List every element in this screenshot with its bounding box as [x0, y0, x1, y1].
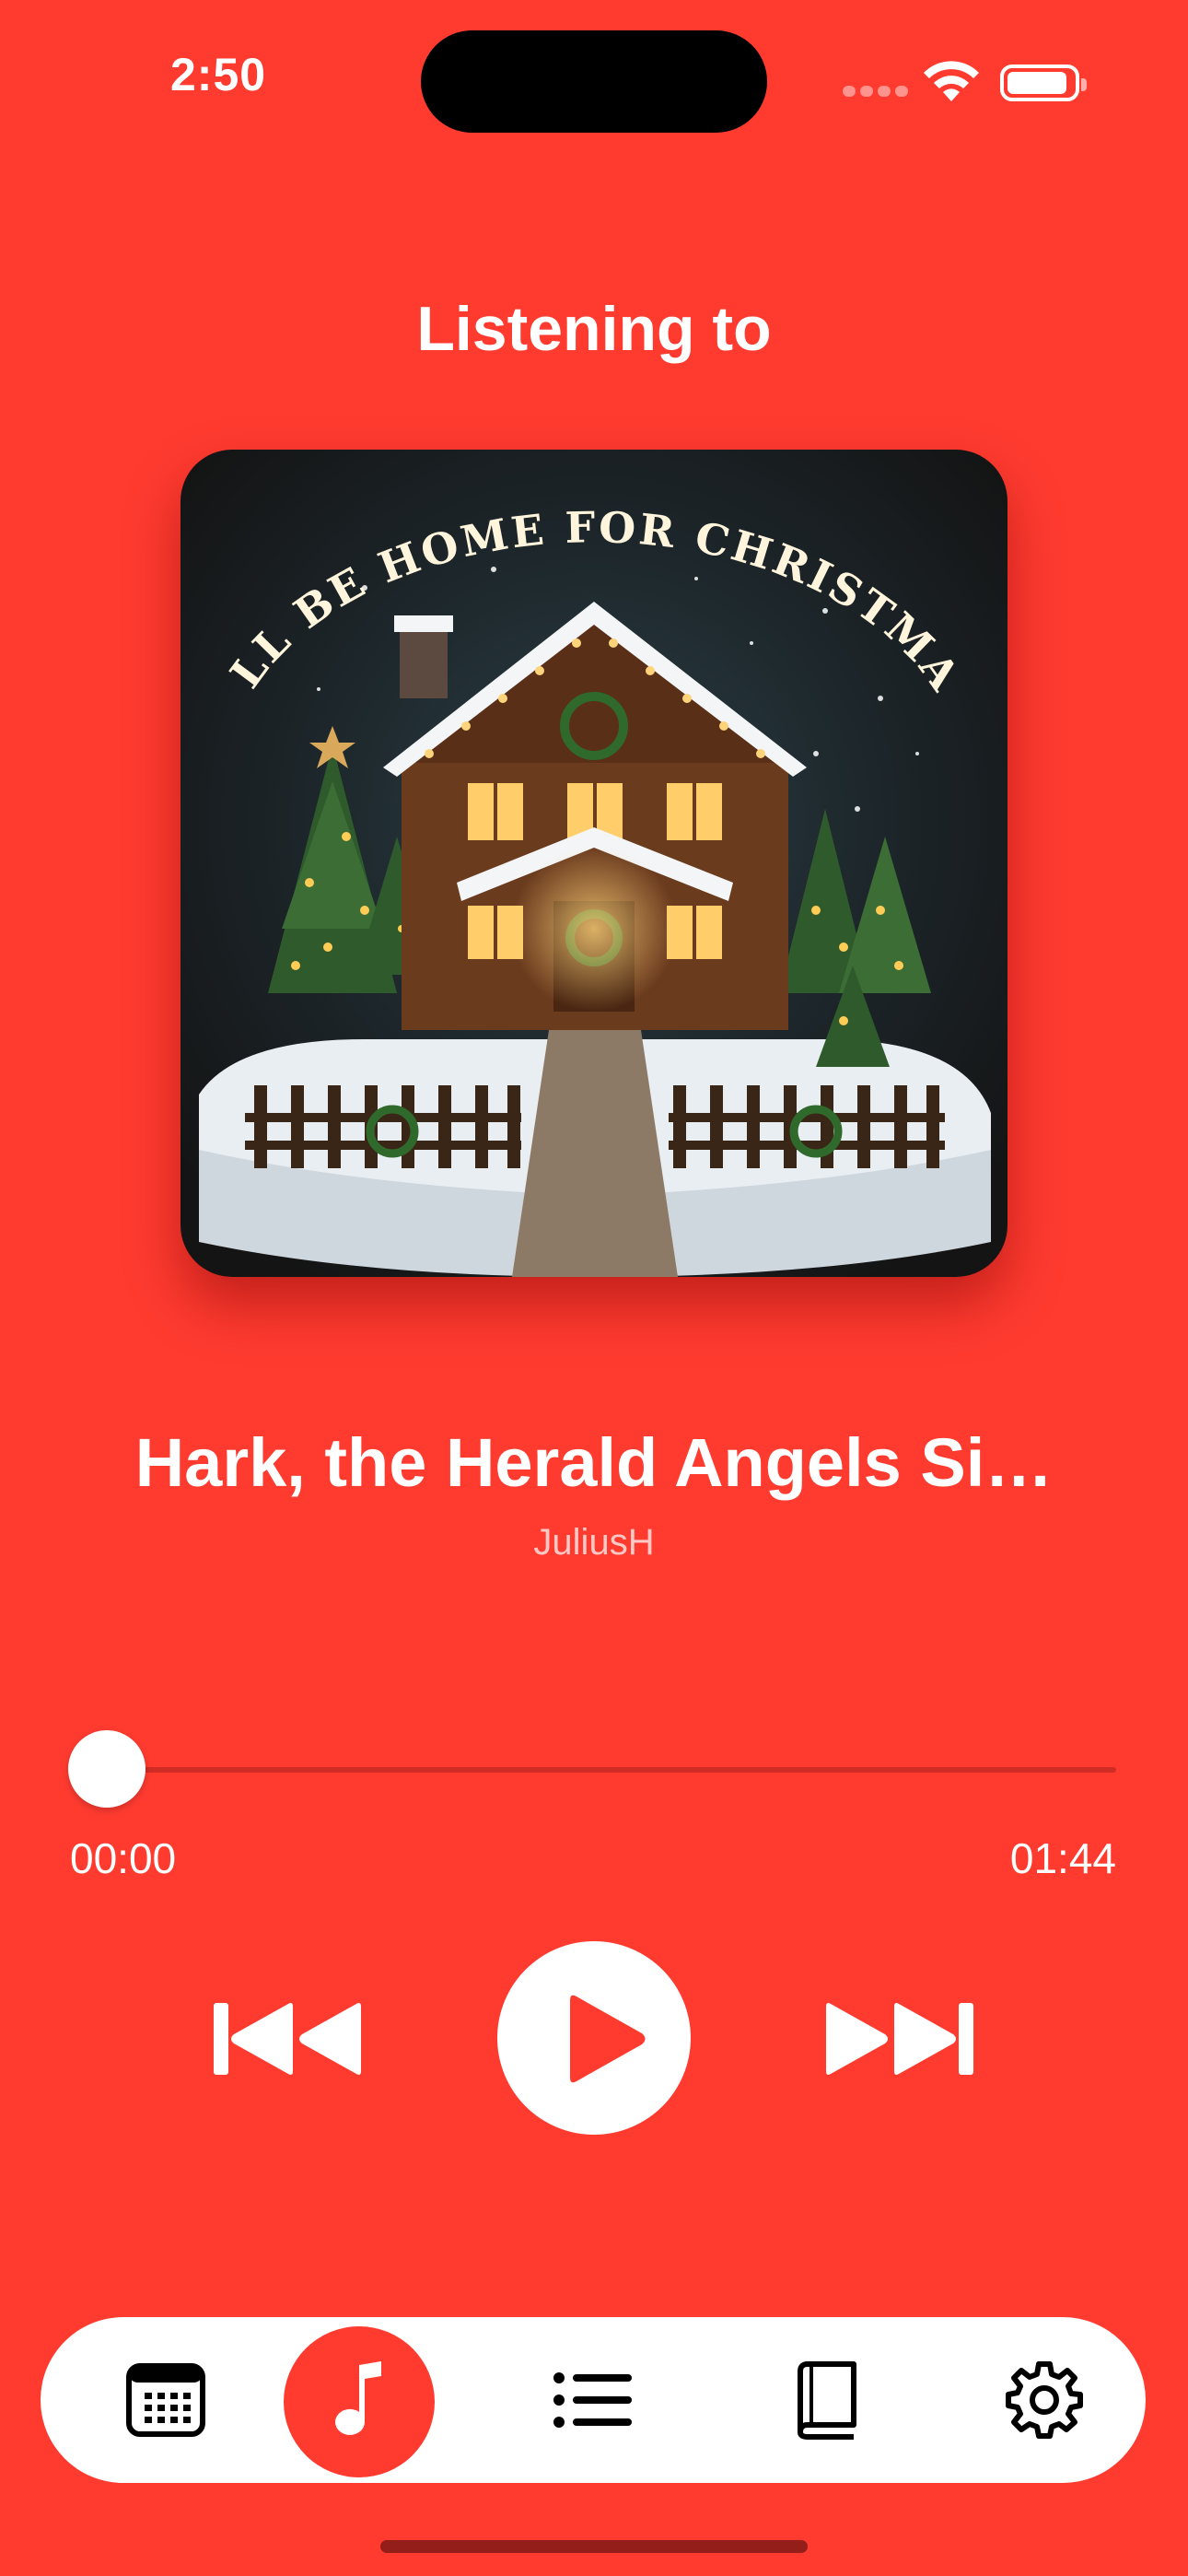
book-icon: [798, 2361, 856, 2440]
tab-book[interactable]: [744, 2317, 910, 2483]
wifi-icon: [924, 61, 979, 101]
next-button[interactable]: [822, 1999, 975, 2078]
progress-track[interactable]: [70, 1767, 1116, 1773]
calendar-icon: [126, 2363, 205, 2437]
status-time: 2:50: [170, 49, 267, 100]
album-artwork: I'LL BE HOME FOR CHRISTMAS: [181, 450, 1007, 1277]
elapsed-time: 00:00: [70, 1834, 177, 1882]
page-title: Listening to: [416, 294, 772, 364]
play-button[interactable]: [497, 1941, 691, 2135]
forward-end-icon: [826, 2003, 973, 2075]
gear-icon: [1006, 2361, 1083, 2439]
music-note-icon: [335, 2361, 381, 2435]
track-artist: JuliusH: [533, 1522, 655, 1563]
progress-thumb[interactable]: [68, 1730, 146, 1808]
battery-icon: [1000, 64, 1087, 101]
track-title: Hark, the Herald Angels Si…: [134, 1424, 1054, 1501]
tab-calendar[interactable]: [83, 2317, 249, 2483]
list-icon: [553, 2372, 632, 2428]
cellular-signal-icon: [843, 86, 909, 97]
tab-settings[interactable]: [961, 2317, 1127, 2483]
tab-list[interactable]: [510, 2317, 676, 2483]
status-bar: 2:50: [0, 0, 1188, 147]
dynamic-island: [421, 30, 767, 133]
home-indicator: [380, 2540, 808, 2553]
backward-end-icon: [214, 2003, 361, 2075]
play-icon: [570, 1995, 646, 2083]
previous-button[interactable]: [212, 1999, 365, 2078]
total-duration: 01:44: [1009, 1834, 1116, 1882]
tab-bar: [41, 2317, 1146, 2483]
tab-music[interactable]: [276, 2317, 442, 2483]
